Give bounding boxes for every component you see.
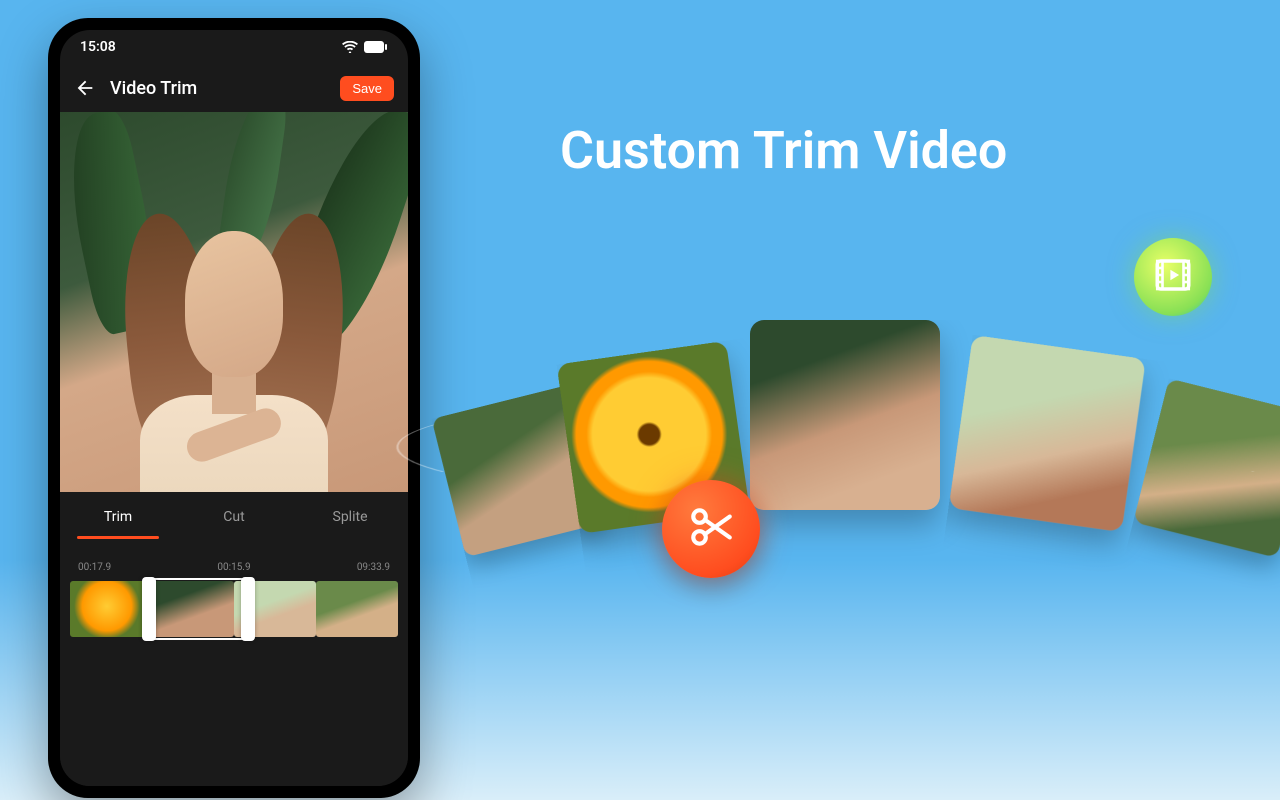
film-play-icon bbox=[1152, 254, 1194, 300]
thumbnail-carousel bbox=[440, 320, 1280, 560]
status-time: 15:08 bbox=[80, 39, 116, 55]
wifi-icon bbox=[342, 41, 358, 53]
tab-cut[interactable]: Cut bbox=[176, 495, 292, 539]
status-icons bbox=[342, 41, 388, 53]
status-bar: 15:08 bbox=[60, 30, 408, 64]
tab-splite[interactable]: Splite bbox=[292, 495, 408, 539]
timestamp: 09:33.9 bbox=[357, 562, 390, 573]
trim-handle-start[interactable] bbox=[142, 577, 156, 641]
battery-icon bbox=[364, 41, 388, 53]
app-header: Video Trim Save bbox=[60, 64, 408, 112]
film-badge bbox=[1134, 238, 1212, 316]
scissors-icon bbox=[686, 502, 736, 556]
marketing-headline: Custom Trim Video bbox=[560, 120, 1007, 181]
phone-mockup: 15:08 Video Trim Save bbox=[48, 18, 420, 798]
back-button[interactable] bbox=[74, 77, 96, 99]
save-button[interactable]: Save bbox=[340, 76, 394, 101]
scissors-badge[interactable] bbox=[662, 480, 760, 578]
edit-tabs: Trim Cut Splite bbox=[60, 492, 408, 542]
timestamp: 00:15.9 bbox=[217, 562, 250, 573]
timeline-timestamps: 00:17.9 00:15.9 09:33.9 bbox=[70, 562, 398, 581]
carousel-card bbox=[948, 335, 1145, 532]
timeline-track[interactable] bbox=[70, 581, 398, 637]
phone-screen: 15:08 Video Trim Save bbox=[60, 30, 408, 786]
timeline-frame[interactable] bbox=[70, 581, 152, 637]
tab-trim[interactable]: Trim bbox=[60, 495, 176, 539]
timeline: 00:17.9 00:15.9 09:33.9 bbox=[60, 542, 408, 786]
trim-handle-end[interactable] bbox=[241, 577, 255, 641]
timeline-frame[interactable] bbox=[316, 581, 398, 637]
page-title: Video Trim bbox=[110, 78, 326, 99]
video-preview[interactable] bbox=[60, 112, 408, 492]
carousel-card bbox=[1133, 378, 1280, 558]
carousel-card bbox=[750, 320, 940, 510]
timeline-frame[interactable] bbox=[152, 581, 234, 637]
timestamp: 00:17.9 bbox=[78, 562, 111, 573]
